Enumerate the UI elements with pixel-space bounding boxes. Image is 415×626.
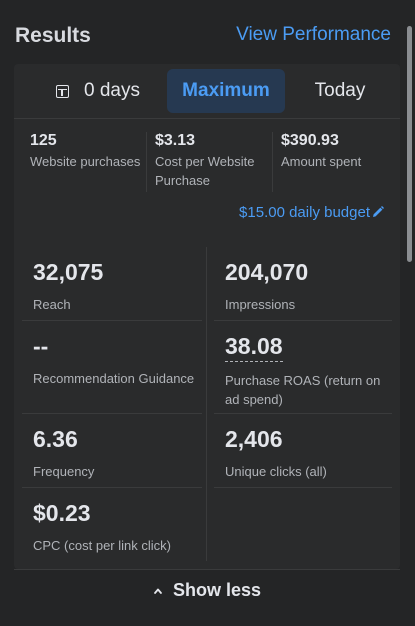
tab-today-label: Today — [314, 80, 366, 101]
summary-value: 125 — [30, 132, 57, 149]
metric-label: Purchase ROAS (return on ad spend) — [225, 373, 381, 407]
results-panel: Results View Performance 0 days Maximum … — [0, 0, 415, 626]
metrics-grid: 32,075 Reach 204,070 Impressions -- Reco… — [14, 247, 400, 561]
metric-impressions: 204,070 Impressions — [214, 247, 392, 321]
summary-label: Cost per Website Purchase — [155, 154, 255, 188]
tab-days-label: 0 days — [84, 80, 140, 101]
header: Results View Performance — [0, 0, 405, 56]
tab-maximum[interactable]: Maximum — [167, 69, 285, 113]
scrollbar[interactable] — [407, 26, 412, 262]
summary-label: Amount spent — [281, 154, 362, 169]
metric-purchase-roas: 38.08 Purchase ROAS (return on ad spend) — [214, 321, 392, 414]
page-title: Results — [15, 24, 91, 47]
metric-label: Frequency — [33, 464, 95, 479]
metric-unique-clicks: 2,406 Unique clicks (all) — [214, 414, 392, 488]
summary-value: $390.93 — [281, 132, 339, 149]
metric-label: Reach — [33, 297, 71, 312]
metric-cpc: $0.23 CPC (cost per link click) — [22, 488, 202, 561]
metric-value[interactable]: 38.08 — [225, 333, 283, 362]
summary-amount-spent: $390.93 Amount spent — [272, 132, 392, 192]
metric-value: 6.36 — [33, 426, 78, 452]
summary-label: Website purchases — [30, 154, 141, 169]
show-less-label: Show less — [172, 580, 262, 600]
summary-cost-per-purchase: $3.13 Cost per Website Purchase — [146, 132, 272, 192]
tab-maximum-label: Maximum — [182, 80, 270, 101]
daily-budget-label: $15.00 daily budget — [239, 204, 370, 221]
summary-row: 125 Website purchases $3.13 Cost per Web… — [14, 120, 400, 202]
metric-value: 2,406 — [225, 426, 283, 452]
metric-frequency: 6.36 Frequency — [22, 414, 202, 488]
metric-label: Recommendation Guidance — [33, 371, 195, 386]
show-less-button[interactable]: Show less — [14, 569, 400, 611]
daily-budget-button[interactable]: $15.00 daily budget — [239, 204, 384, 221]
metric-value: 32,075 — [33, 259, 104, 285]
metric-recommendation-guidance: -- Recommendation Guidance — [22, 321, 202, 414]
tab-days[interactable]: 0 days — [28, 69, 168, 113]
tab-today[interactable]: Today — [294, 69, 386, 113]
metric-value: -- — [33, 333, 49, 359]
metric-reach: 32,075 Reach — [22, 247, 202, 321]
metric-label: Unique clicks (all) — [225, 464, 327, 479]
metric-value: $0.23 — [33, 500, 91, 526]
metric-value: 204,070 — [225, 259, 309, 285]
chevron-up-icon — [154, 588, 162, 594]
pencil-icon — [373, 205, 384, 217]
metric-label: Impressions — [225, 297, 296, 312]
calendar-icon — [56, 84, 69, 98]
metric-label: CPC (cost per link click) — [33, 538, 171, 553]
summary-website-purchases: 125 Website purchases — [30, 132, 146, 192]
results-card: 0 days Maximum Today 125 Website purchas… — [14, 64, 400, 600]
view-performance-link[interactable]: View Performance — [236, 24, 391, 46]
date-range-tabs: 0 days Maximum Today — [14, 64, 400, 119]
summary-value: $3.13 — [155, 132, 196, 149]
column-divider — [206, 247, 207, 561]
